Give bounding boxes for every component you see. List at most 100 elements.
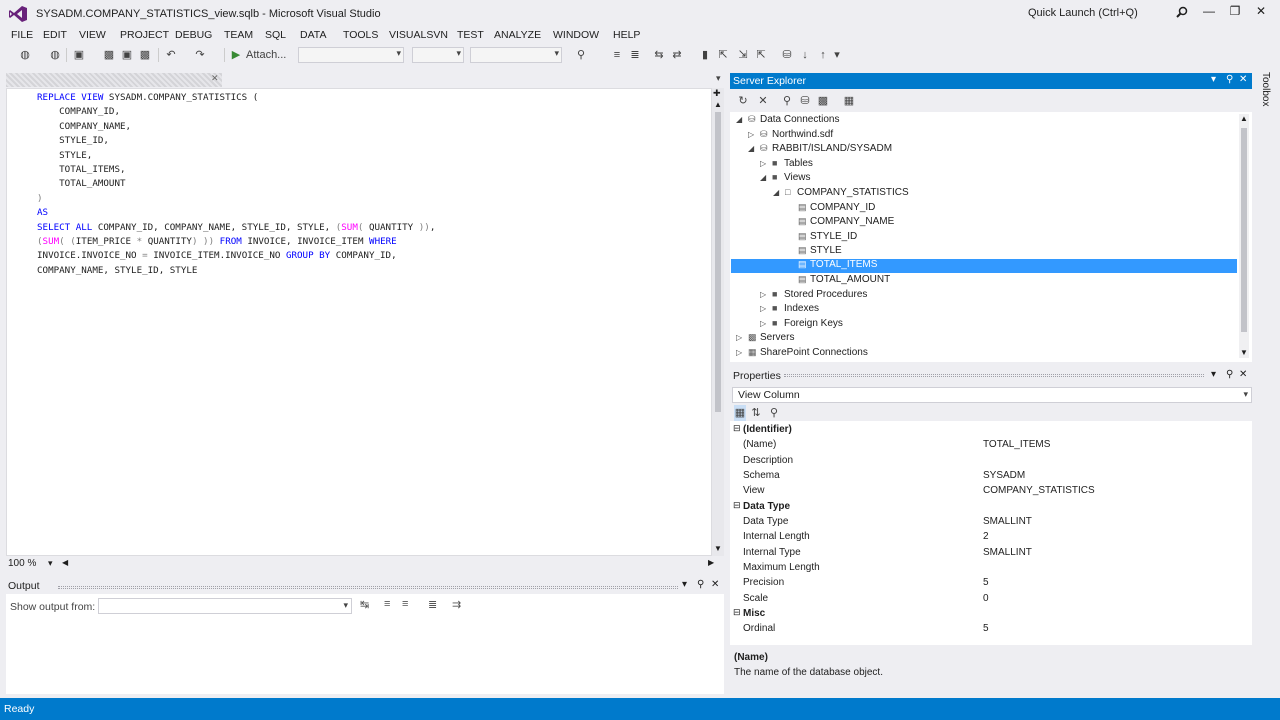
scroll-down-icon[interactable]: ▼ (714, 544, 722, 553)
tree-node-rabbit-island-sysadm[interactable]: ◢ ⛁ RABBIT/ISLAND/SYSADM (748, 143, 892, 157)
close-tab-icon[interactable]: ✕ (211, 73, 219, 84)
tree-node-tables[interactable]: ▷ ■ Tables (760, 158, 813, 172)
stop-refresh-icon[interactable]: ✕ (756, 93, 770, 109)
alphabetical-icon[interactable]: ⇅ (750, 405, 762, 421)
download-icon[interactable]: ↓ (798, 47, 812, 63)
property-row[interactable]: Precision 5 (730, 575, 1252, 590)
format-icon[interactable]: ≣ (628, 47, 642, 63)
prev-bookmark-icon[interactable]: ⇱ (716, 47, 730, 63)
output-source-combo[interactable] (98, 598, 352, 614)
server-explorer-scroll-thumb[interactable] (1241, 128, 1247, 332)
solution-config-combo[interactable] (298, 47, 404, 63)
upload-icon[interactable]: ↑ (816, 47, 830, 63)
undo-icon[interactable]: ↶ (164, 47, 178, 63)
menu-view[interactable]: VIEW (79, 29, 106, 41)
scroll-down-icon[interactable]: ▼ (1240, 348, 1248, 357)
menu-file[interactable]: FILE (11, 29, 33, 41)
property-row[interactable]: Schema SYSADM (730, 468, 1252, 483)
property-category[interactable]: ⊟ Misc (730, 606, 1252, 621)
property-pages-icon[interactable]: ⚲ (768, 405, 780, 421)
next-bookmark-icon[interactable]: ⇲ (736, 47, 750, 63)
property-row[interactable]: Ordinal 5 (730, 621, 1252, 636)
menu-project[interactable]: PROJECT (120, 29, 169, 41)
connect-server-icon[interactable]: ▩ (816, 93, 830, 109)
scroll-up-icon[interactable]: ▲ (1240, 114, 1248, 123)
pin-icon[interactable]: ⚲ (1226, 74, 1233, 85)
sql-editor[interactable]: REPLACE VIEW SYSADM.COMPANY_STATISTICS (… (6, 88, 712, 556)
property-row[interactable]: Maximum Length (730, 560, 1252, 575)
tree-node-views[interactable]: ◢ ■ Views (760, 172, 811, 186)
menu-test[interactable]: TEST (457, 29, 484, 41)
property-row[interactable]: Internal Length 2 (730, 529, 1252, 544)
align-icon[interactable]: ≡ (610, 47, 624, 63)
menu-data[interactable]: DATA (300, 29, 326, 41)
panel-dropdown-icon[interactable]: ▾ (1211, 369, 1216, 380)
scroll-up-icon[interactable]: ▲ (714, 100, 722, 109)
tree-node-total-items[interactable]: ▤ TOTAL_ITEMS (731, 259, 1237, 273)
tree-node-northwind[interactable]: ▷ ⛁ Northwind.sdf (748, 129, 833, 143)
tree-node-style-id[interactable]: ▤ STYLE_ID (798, 231, 857, 245)
clear-bookmarks-icon[interactable]: ⇱ (754, 47, 768, 63)
scroll-left-icon[interactable]: ◀ (62, 558, 68, 567)
split-editor-icon[interactable]: ✚ (713, 88, 721, 99)
back-icon[interactable]: ◍ (18, 47, 32, 63)
redo-icon[interactable]: ↷ (193, 47, 207, 63)
save-all-icon[interactable]: ▩ (138, 47, 152, 63)
find-combo[interactable] (470, 47, 562, 63)
tree-node-servers[interactable]: ▷ ▩ Servers (736, 332, 794, 346)
tree-node-company-statistics[interactable]: ◢ □ COMPANY_STATISTICS (773, 187, 909, 201)
next-message-icon[interactable]: ≡ (402, 598, 408, 610)
new-project-icon[interactable]: ▣ (72, 47, 86, 63)
collapse-icon[interactable]: ⊟ (733, 607, 741, 618)
property-row[interactable]: Internal Type SMALLINT (730, 545, 1252, 560)
tree-node-stored-procedures[interactable]: ▷ ■ Stored Procedures (760, 289, 867, 303)
quick-launch-input[interactable]: Quick Launch (Ctrl+Q) (1026, 4, 1196, 22)
pin-icon[interactable]: ⚲ (697, 579, 704, 590)
editor-vertical-scrollbar[interactable]: ✚ ▲ ▼ (712, 88, 724, 556)
panel-dropdown-icon[interactable]: ▾ (1211, 74, 1216, 85)
start-debug-icon[interactable]: ▶ (230, 47, 242, 63)
attach-button[interactable]: Attach... (246, 47, 296, 63)
collapse-icon[interactable]: ⊟ (733, 423, 741, 434)
save-icon[interactable]: ▣ (120, 47, 134, 63)
menu-tools[interactable]: TOOLS (343, 29, 378, 41)
property-category[interactable]: ⊟ (Identifier) (730, 422, 1252, 437)
menu-debug[interactable]: DEBUG (175, 29, 212, 41)
tree-node-data-connections[interactable]: ◢ ⛁ Data Connections (736, 114, 840, 128)
filter-icon[interactable]: ⚲ (780, 93, 794, 109)
tree-node-company-id[interactable]: ▤ COMPANY_ID (798, 202, 875, 216)
tree-node-indexes[interactable]: ▷ ■ Indexes (760, 303, 819, 317)
refresh-icon[interactable]: ↻ (736, 93, 750, 109)
solution-platform-combo[interactable] (412, 47, 464, 63)
clear-all-icon[interactable]: ≣ (428, 598, 437, 611)
menu-window[interactable]: WINDOW (553, 29, 599, 41)
scroll-right-icon[interactable]: ▶ (708, 558, 714, 567)
properties-object-selector[interactable]: View Column (732, 387, 1252, 403)
forward-icon[interactable]: ◍ (48, 47, 62, 63)
categorized-icon[interactable]: ▦ (734, 405, 746, 421)
property-row[interactable]: Data Type SMALLINT (730, 514, 1252, 529)
tree-node-sharepoint-connections[interactable]: ▷ ▦ SharePoint Connections (736, 347, 868, 361)
find-message-icon[interactable]: ↹ (360, 598, 369, 611)
generate-icon[interactable]: ⛁ (780, 47, 794, 63)
close-panel-icon[interactable]: ✕ (711, 579, 719, 590)
menu-analyze[interactable]: ANALYZE (494, 29, 541, 41)
tree-node-total-amount[interactable]: ▤ TOTAL_AMOUNT (798, 274, 890, 288)
maximize-button[interactable]: ❐ (1224, 4, 1246, 20)
menu-edit[interactable]: EDIT (43, 29, 67, 41)
property-row[interactable]: View COMPANY_STATISTICS (730, 483, 1252, 498)
tree-node-style[interactable]: ▤ STYLE (798, 245, 842, 259)
open-file-icon[interactable]: ▩ (102, 47, 116, 63)
find-in-files-icon[interactable]: ⚲ (574, 47, 588, 63)
menu-help[interactable]: HELP (613, 29, 640, 41)
tree-node-foreign-keys[interactable]: ▷ ■ Foreign Keys (760, 318, 843, 332)
pin-icon[interactable]: ⚲ (1226, 369, 1233, 380)
uncomment-icon[interactable]: ⇄ (670, 47, 684, 63)
property-row[interactable]: (Name) TOTAL_ITEMS (730, 437, 1252, 452)
bookmark-icon[interactable]: ▮ (698, 47, 712, 63)
close-panel-icon[interactable]: ✕ (1239, 369, 1247, 380)
menu-visualsvn[interactable]: VISUALSVN (389, 29, 448, 41)
property-row[interactable]: Description (730, 453, 1252, 468)
zoom-level[interactable]: 100 % (8, 558, 36, 569)
editor-document-tab[interactable] (6, 73, 222, 87)
